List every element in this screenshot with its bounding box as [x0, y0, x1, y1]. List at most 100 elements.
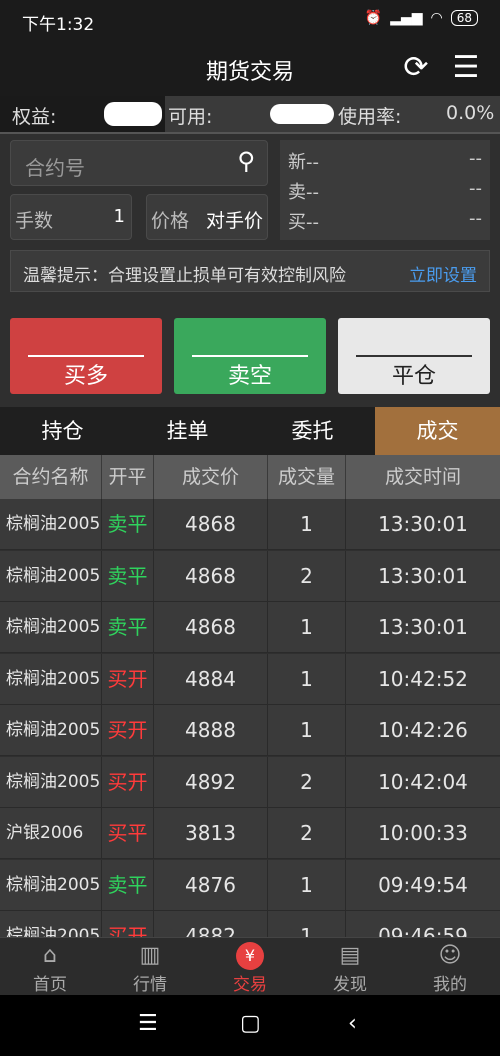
search-icon[interactable]: ⚲ [237, 147, 255, 175]
tip-text: 温馨提示：合理设置止损单可有效控制风险 [23, 266, 346, 286]
cell-open-close: 卖平 [102, 602, 154, 653]
contract-search-field[interactable]: 合约号 ⚲ [10, 140, 268, 186]
cell-open-close: 卖平 [102, 499, 154, 550]
close-position-button[interactable]: 平仓 [338, 318, 490, 394]
col-volume: 成交量 [268, 455, 346, 499]
cell-volume: 2 [268, 756, 346, 808]
tab-orders[interactable]: 委托 [250, 407, 375, 455]
cell-volume: 1 [268, 499, 346, 550]
quote-sell-label: 卖-- [288, 182, 319, 203]
cell-contract-name: 棕榈油2005 [0, 859, 102, 911]
buy-long-button[interactable]: 买多 [10, 318, 162, 394]
status-icons: ⏰ ▂▄▆ ◠ 68 [365, 10, 478, 26]
trades-table-header: 合约名称 开平 成交价 成交量 成交时间 [0, 455, 500, 499]
nav-market-label: 行情 [133, 975, 167, 995]
cell-volume: 1 [268, 602, 346, 653]
cell-price: 4868 [154, 602, 268, 653]
equity-label: 权益: [12, 106, 57, 128]
cell-volume: 2 [268, 808, 346, 859]
system-nav-bar: ☰ ▢ ‹ [0, 995, 500, 1056]
table-row[interactable]: 棕榈油2005 买开 4884 1 10:42:52 [0, 653, 500, 705]
bar-chart-icon: ▥ [139, 943, 161, 968]
nav-home[interactable]: ⌂ 首页 [0, 938, 100, 996]
account-bar: 权益: 可用: 使用率: 0.0% [0, 96, 500, 132]
table-row[interactable]: 棕榈油2005 买开 4888 1 10:42:26 [0, 705, 500, 756]
cell-volume: 1 [268, 705, 346, 756]
quantity-field[interactable]: 手数 1 [10, 194, 132, 240]
usage-value: 0.0% [446, 102, 495, 124]
table-row[interactable]: 棕榈油2005 卖平 4868 1 13:30:01 [0, 602, 500, 653]
cell-time: 13:30:01 [378, 563, 468, 588]
table-row[interactable]: 棕榈油2005 买开 4892 2 10:42:04 [0, 756, 500, 808]
nav-me[interactable]: ☺ 我的 [400, 938, 500, 996]
menu-icon[interactable]: ☰ [448, 50, 484, 86]
nav-trade[interactable]: ¥ 交易 [200, 938, 300, 996]
close-position-label: 平仓 [391, 364, 436, 389]
quote-panel: 新-- -- 卖-- -- 买-- -- [280, 140, 490, 240]
menu-key-icon[interactable]: ☰ [138, 1011, 158, 1036]
table-row[interactable]: 棕榈油2005 卖平 4876 1 09:49:54 [0, 859, 500, 911]
bottom-nav: ⌂ 首页 ▥ 行情 ¥ 交易 ▤ 发现 ☺ 我的 [0, 937, 500, 995]
table-row[interactable]: 棕榈油2005 卖平 4868 2 13:30:01 [0, 550, 500, 602]
tab-pending-orders[interactable]: 挂单 [125, 407, 250, 455]
cell-price: 4892 [154, 756, 268, 808]
cell-open-close: 买开 [102, 756, 154, 808]
cell-time: 10:42:04 [378, 769, 468, 794]
cell-time: 13:30:01 [378, 615, 468, 639]
cell-price: 4882 [154, 911, 268, 937]
buy-long-bar [28, 355, 144, 357]
nav-market[interactable]: ▥ 行情 [100, 938, 200, 996]
quote-new-label: 新-- [288, 152, 319, 173]
cell-volume: 2 [268, 550, 346, 602]
quantity-value: 1 [113, 206, 125, 227]
risk-tip: 温馨提示：合理设置止损单可有效控制风险 立即设置 [10, 250, 490, 292]
cell-open-close: 买开 [102, 705, 154, 756]
tab-trades[interactable]: 成交 [375, 407, 500, 455]
tab-positions[interactable]: 持仓 [0, 407, 125, 455]
status-time: 下午1:32 [22, 15, 95, 35]
cell-volume: 1 [268, 911, 346, 937]
records-tabs: 持仓 挂单 委托 成交 [0, 407, 500, 455]
user-icon: ☺ [438, 943, 462, 968]
table-row[interactable]: 棕榈油2005 卖平 4868 1 13:30:01 [0, 499, 500, 550]
news-icon: ▤ [339, 943, 361, 968]
col-time: 成交时间 [384, 466, 461, 488]
sell-short-label: 卖空 [227, 364, 272, 389]
cell-open-close: 买开 [102, 911, 154, 937]
buy-long-label: 买多 [63, 364, 108, 389]
cell-contract-name: 棕榈油2005 [0, 653, 102, 705]
nav-trade-label: 交易 [233, 975, 267, 995]
back-key-icon[interactable]: ‹ [348, 1011, 357, 1036]
refresh-icon[interactable]: ⟳ [398, 50, 434, 86]
battery-icon: 68 [450, 10, 478, 26]
price-field[interactable]: 价格 对手价 [146, 194, 268, 240]
sell-short-button[interactable]: 卖空 [174, 318, 326, 394]
cell-price: 4888 [154, 705, 268, 756]
table-row[interactable]: 棕榈油2005 买开 4882 1 09:46:59 [0, 911, 500, 937]
nav-me-label: 我的 [433, 975, 467, 995]
home-icon: ⌂ [43, 943, 57, 968]
cell-time: 10:42:26 [378, 718, 468, 742]
cell-volume: 1 [268, 653, 346, 705]
usage-label: 使用率: [338, 106, 402, 128]
quote-buy-label: 买-- [288, 212, 319, 233]
price-value: 对手价 [205, 210, 263, 232]
trades-table-body[interactable]: 棕榈油2005 卖平 4868 1 13:30:01 棕榈油2005 卖平 4868 2 13:3… [0, 499, 500, 937]
quantity-label: 手数 [15, 210, 54, 232]
nav-discover-label: 发现 [333, 975, 367, 995]
col-price: 成交价 [154, 455, 268, 499]
quote-new-value: -- [469, 148, 482, 169]
alarm-icon: ⏰ [364, 10, 383, 26]
home-key-icon[interactable]: ▢ [240, 1011, 261, 1036]
equity-redaction [104, 102, 162, 126]
tip-setup-link[interactable]: 立即设置 [409, 261, 477, 286]
table-row[interactable]: 沪银2006 买平 3813 2 10:00:33 [0, 808, 500, 859]
signal-icon: ▂▄▆ [390, 10, 423, 26]
cell-time: 09:49:54 [378, 872, 468, 897]
cell-time: 13:30:01 [378, 512, 468, 536]
available-label: 可用: [168, 106, 213, 128]
cell-open-close: 卖平 [102, 859, 154, 911]
cell-price: 4876 [154, 859, 268, 911]
nav-discover[interactable]: ▤ 发现 [300, 938, 400, 996]
cell-time: 09:46:59 [378, 924, 468, 937]
